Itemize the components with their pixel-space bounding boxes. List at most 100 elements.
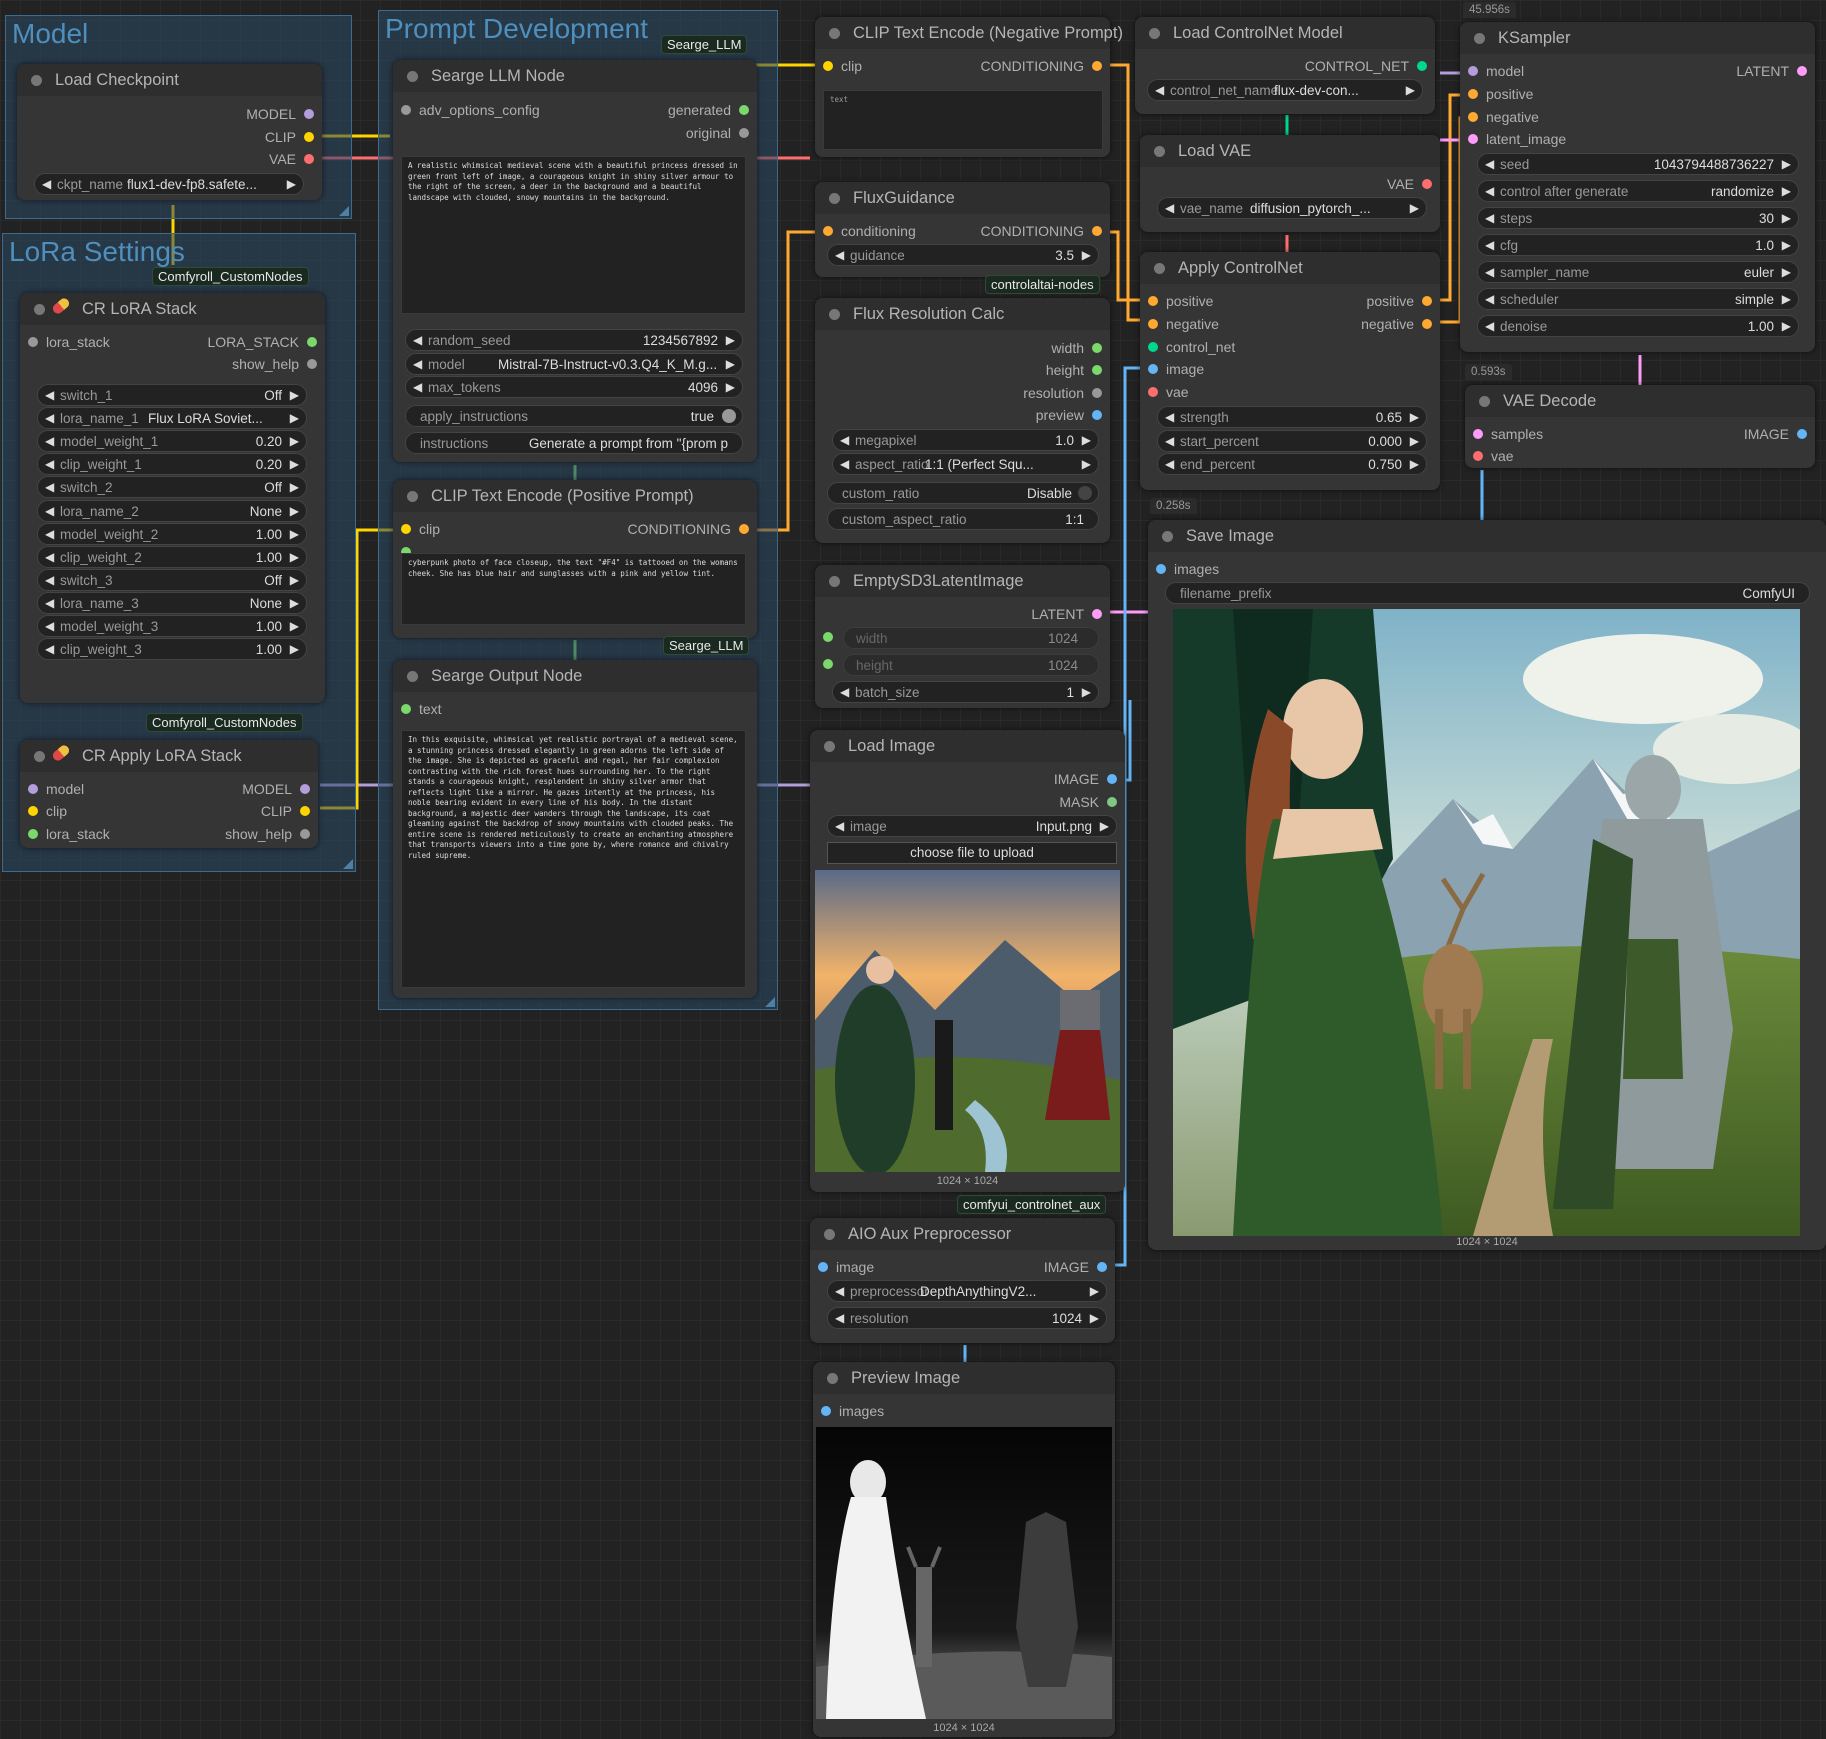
batch-size-number[interactable]: ◀ batch_size 1 ▶ (832, 681, 1099, 703)
input-model[interactable]: model (28, 780, 84, 798)
widget-apply-cn-widgets-2[interactable]: ◀ end_percent 0.750 ▶ (1157, 453, 1427, 475)
output-model[interactable]: MODEL (242, 780, 310, 798)
node-flux-resolution-calc[interactable]: Flux Resolution Calc width height resolu… (815, 298, 1110, 543)
increment-arrow-icon[interactable]: ▶ (1082, 433, 1091, 447)
widget-lora-stack-widgets-2[interactable]: ◀ model_weight_1 0.20 ▶ (37, 430, 307, 453)
node-title[interactable]: Load Checkpoint (17, 64, 322, 96)
decrement-arrow-icon[interactable]: ◀ (1165, 434, 1174, 448)
node-clip-text-encode-negative[interactable]: CLIP Text Encode (Negative Prompt) clip … (815, 17, 1123, 157)
input-model[interactable]: model (1468, 62, 1524, 80)
widget-ksampler-widgets-6[interactable]: ◀ denoise 1.00 ▶ (1477, 315, 1799, 337)
increment-arrow-icon[interactable]: ▶ (290, 388, 299, 402)
apply-instructions-toggle[interactable]: apply_instructions true (405, 405, 743, 427)
output-conditioning[interactable]: CONDITIONING (628, 520, 749, 538)
input-negative[interactable]: negative (1468, 108, 1539, 126)
decrement-arrow-icon[interactable]: ◀ (1165, 410, 1174, 424)
decrement-arrow-icon[interactable]: ◀ (45, 596, 54, 610)
increment-arrow-icon[interactable]: ▶ (1410, 434, 1419, 448)
increment-arrow-icon[interactable]: ▶ (1410, 410, 1419, 424)
output-textarea[interactable]: In this exquisite, whimsical yet realist… (401, 730, 746, 988)
widget-ksampler-widgets-0[interactable]: ◀ seed 1043794488736227 ▶ (1477, 153, 1799, 175)
increment-arrow-icon[interactable]: ▶ (290, 434, 299, 448)
widget-flux-res-widgets-1[interactable]: ◀ aspect_ratio 1:1 (Perfect Squ... ▶ (832, 452, 1099, 475)
input-lora-stack[interactable]: lora_stack (28, 825, 110, 843)
input-image[interactable]: image (818, 1258, 874, 1276)
node-load-controlnet[interactable]: Load ControlNet Model CONTROL_NET ◀ contr… (1135, 17, 1435, 114)
decrement-arrow-icon[interactable]: ◀ (413, 333, 422, 347)
output-show-help[interactable]: show_help (232, 355, 317, 373)
prompt-textarea[interactable]: text (823, 90, 1103, 150)
node-cr-lora-stack[interactable]: CR LoRA Stack lora_stack LORA_STACK show… (20, 293, 325, 703)
output-clip[interactable]: CLIP (261, 802, 310, 820)
preprocessor-combo[interactable]: ◀ preprocessor DepthAnythingV2... ▶ (827, 1280, 1107, 1302)
output-vae[interactable]: VAE (269, 150, 314, 168)
increment-arrow-icon[interactable]: ▶ (290, 411, 299, 425)
increment-arrow-icon[interactable]: ▶ (1782, 292, 1791, 306)
decrement-arrow-icon[interactable]: ◀ (840, 457, 849, 471)
resize-handle-icon[interactable] (765, 997, 775, 1007)
decrement-arrow-icon[interactable]: ◀ (45, 434, 54, 448)
widget-ksampler-widgets-2[interactable]: ◀ steps 30 ▶ (1477, 207, 1799, 229)
input-adv-options[interactable]: adv_options_config (401, 101, 540, 119)
widget-lora-stack-widgets-8[interactable]: ◀ switch_3 Off ▶ (37, 568, 307, 591)
decrement-arrow-icon[interactable]: ◀ (45, 388, 54, 402)
node-title[interactable]: EmptySD3LatentImage (815, 565, 1110, 597)
decrement-arrow-icon[interactable]: ◀ (840, 433, 849, 447)
widget-lora-stack-widgets-9[interactable]: ◀ lora_name_3 None ▶ (37, 591, 307, 614)
widget-ksampler-widgets-1[interactable]: ◀ control after generate randomize ▶ (1477, 180, 1799, 202)
decrement-arrow-icon[interactable]: ◀ (45, 619, 54, 633)
widget-lora-stack-widgets-1[interactable]: ◀ lora_name_1 Flux LoRA Soviet... ▶ (37, 407, 307, 430)
output-negative[interactable]: negative (1361, 315, 1432, 333)
filename-prefix-field[interactable]: filename_prefix ComfyUI (1165, 582, 1810, 604)
output-height[interactable]: height (1046, 361, 1102, 379)
input-clip[interactable]: clip (28, 802, 67, 820)
widget-lora-stack-widgets-11[interactable]: ◀ clip_weight_3 1.00 ▶ (37, 638, 307, 661)
node-title[interactable]: CR LoRA Stack (20, 293, 325, 325)
output-original[interactable]: original (686, 124, 749, 142)
node-aio-aux-preprocessor[interactable]: AIO Aux Preprocessor image IMAGE ◀ prepro… (810, 1218, 1115, 1343)
widget-lora-stack-widgets-7[interactable]: ◀ clip_weight_2 1.00 ▶ (37, 545, 307, 568)
decrement-arrow-icon[interactable]: ◀ (1485, 157, 1494, 171)
widget-searge-llm-widgets-0[interactable]: ◀ random_seed 1234567892 ▶ (405, 329, 743, 351)
decrement-arrow-icon[interactable]: ◀ (1485, 238, 1494, 252)
input-clip[interactable]: clip (401, 520, 440, 538)
decrement-arrow-icon[interactable]: ◀ (1485, 265, 1494, 279)
image-combo[interactable]: ◀ image Input.png ▶ (827, 815, 1117, 837)
output-width[interactable]: width (1051, 339, 1102, 357)
decrement-arrow-icon[interactable]: ◀ (1485, 319, 1494, 333)
input-lora-stack[interactable]: lora_stack (28, 333, 110, 351)
node-title[interactable]: VAE Decode (1465, 385, 1815, 417)
node-load-vae[interactable]: Load VAE VAE ◀ vae_name diffusion_pytorch_… (1140, 135, 1440, 232)
node-preview-image[interactable]: Preview Image images 1024 × 1024 (813, 1362, 1115, 1737)
resize-handle-icon[interactable] (343, 859, 353, 869)
widget-flux-res-widgets-0[interactable]: ◀ megapixel 1.0 ▶ (832, 429, 1099, 451)
node-title[interactable]: Flux Resolution Calc (815, 298, 1110, 330)
node-searge-llm[interactable]: Searge LLM Node adv_options_config gener… (393, 60, 757, 462)
decrement-arrow-icon[interactable]: ◀ (45, 527, 54, 541)
output-lora-stack[interactable]: LORA_STACK (207, 333, 317, 351)
node-apply-controlnet[interactable]: Apply ControlNet positive negative contr… (1140, 252, 1440, 490)
node-title[interactable]: Searge LLM Node (393, 60, 757, 92)
decrement-arrow-icon[interactable]: ◀ (45, 504, 54, 518)
vae-name-combo[interactable]: ◀ vae_name diffusion_pytorch_... ▶ (1157, 197, 1427, 219)
node-load-checkpoint[interactable]: Load Checkpoint MODEL CLIP VAE ◀ ckpt_nam… (17, 64, 322, 200)
increment-arrow-icon[interactable]: ▶ (1782, 265, 1791, 279)
input-latent-image[interactable]: latent_image (1468, 130, 1566, 148)
output-latent[interactable]: LATENT (1031, 605, 1102, 623)
node-title[interactable]: FluxGuidance (815, 182, 1110, 214)
instructions-field[interactable]: instructions Generate a prompt from "{pro… (405, 432, 743, 454)
output-show-help[interactable]: show_help (225, 825, 310, 843)
output-latent[interactable]: LATENT (1736, 62, 1807, 80)
node-title[interactable]: Load Image (810, 730, 1125, 762)
input-images[interactable]: images (1156, 560, 1219, 578)
node-title[interactable]: Load VAE (1140, 135, 1440, 167)
node-load-image[interactable]: Load Image IMAGE MASK ◀ image Input.png ▶ c… (810, 730, 1125, 1192)
input-height[interactable] (823, 655, 841, 673)
decrement-arrow-icon[interactable]: ◀ (45, 457, 54, 471)
ckpt-name-combo[interactable]: ◀ ckpt_name flux1-dev-fp8.safete... ▶ (34, 173, 304, 195)
widget-searge-llm-widgets-2[interactable]: ◀ max_tokens 4096 ▶ (405, 376, 743, 398)
widget-lora-stack-widgets-6[interactable]: ◀ model_weight_2 1.00 ▶ (37, 522, 307, 545)
decrement-arrow-icon[interactable]: ◀ (1485, 184, 1494, 198)
increment-arrow-icon[interactable]: ▶ (1782, 238, 1791, 252)
node-save-image[interactable]: Save Image images filename_prefix ComfyUI (1148, 520, 1826, 1250)
